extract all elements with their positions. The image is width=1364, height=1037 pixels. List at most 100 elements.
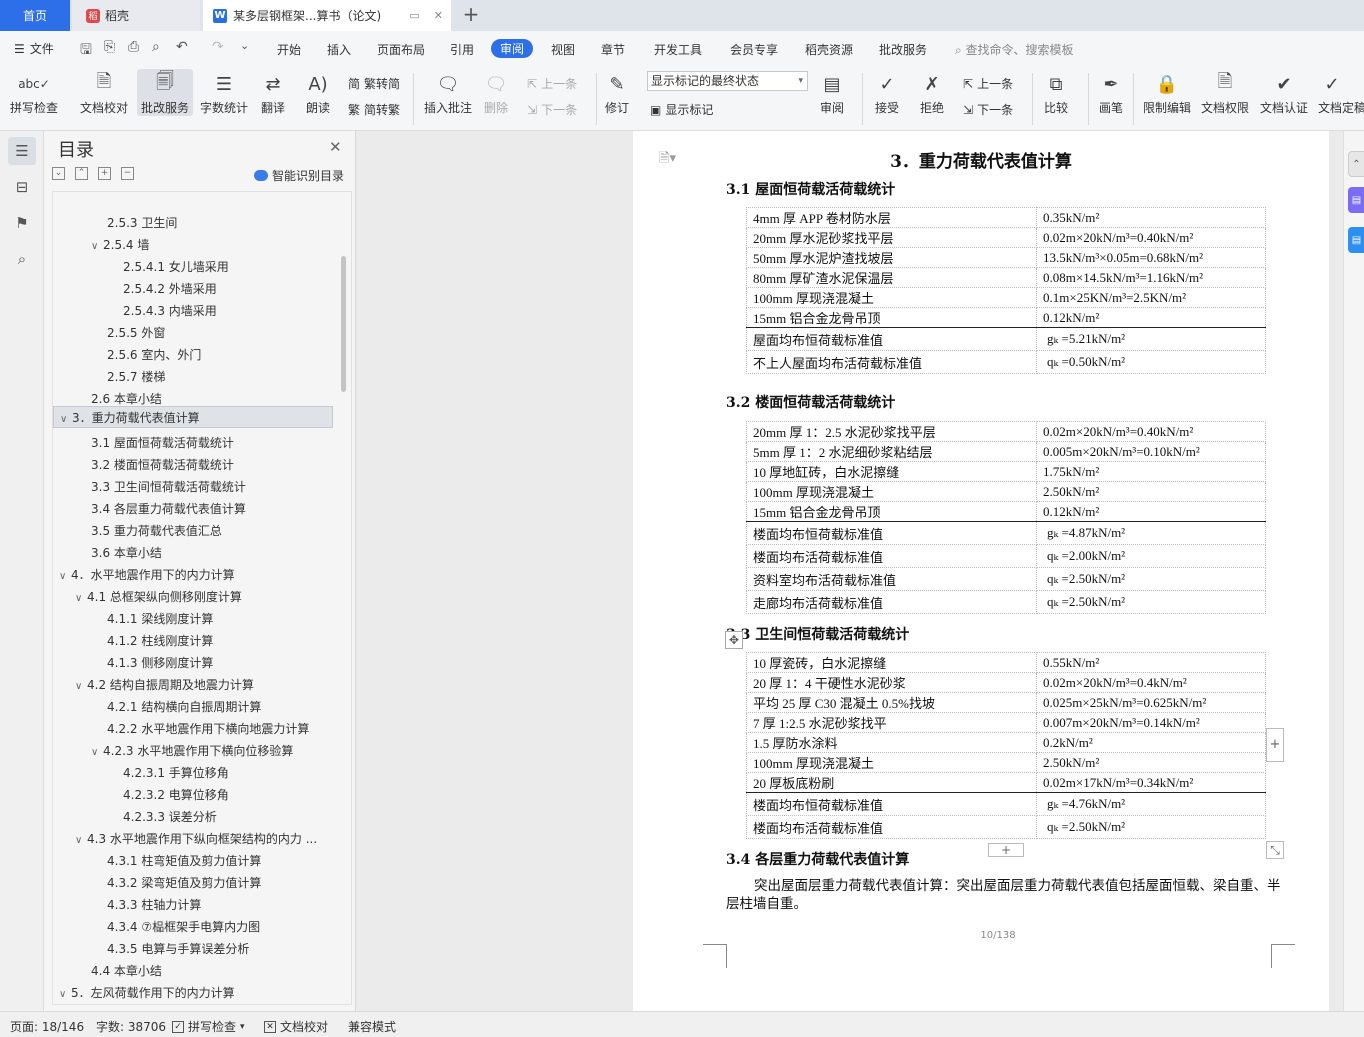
print-icon[interactable]: ⎙ [128,39,139,55]
show-markup-button[interactable]: ▣ 显示标记 [650,101,713,118]
toc-item[interactable]: 3.3 卫生间恒荷载活荷载统计 [53,476,333,498]
menu-tab-insert[interactable]: 插入 [327,41,351,58]
toc-item[interactable]: 2.5.6 室内、外门 [53,344,333,366]
tab-daoke[interactable]: 稻 稻壳 [72,0,200,31]
toc-item[interactable]: 2.5.4.2 外墙采用 [53,278,333,300]
toc-item[interactable]: 4.3.1 柱弯矩值及剪力值计算 [53,850,333,872]
prev-comment-button[interactable]: ⇱ 上一条 [527,75,577,92]
smart-toc-button[interactable]: 智能识别目录 [254,167,344,184]
window-icon[interactable]: ▭ [409,9,419,22]
toc-item[interactable]: 3.5 重力荷载代表值汇总 [53,520,333,542]
toc-item[interactable]: 3.6 本章小结 [53,542,333,564]
menu-tab-daoke[interactable]: 稻壳资源 [805,41,853,58]
menu-tab-layout[interactable]: 页面布局 [377,41,425,58]
expand-all-icon[interactable]: ⌄ [52,167,65,180]
toc-panel-icon[interactable]: ☰ [8,137,36,165]
menu-tab-view[interactable]: 视图 [551,41,575,58]
menu-tab-section[interactable]: 章节 [601,41,625,58]
collapse-up-icon[interactable]: ⌃ [1348,151,1364,177]
tab-home[interactable]: 首页 [0,0,70,31]
toc-item[interactable]: 2.5.5 外窗 [53,322,333,344]
file-menu[interactable]: ☰ 文件 [14,40,54,57]
doc-proof-button[interactable]: 🗎 文档校对 [80,69,128,116]
prev-change-button[interactable]: ⇱ 上一条 [963,75,1013,92]
add-column-button[interactable]: + [1266,728,1284,762]
toc-item[interactable]: 4.3.5 电算与手算误差分析 [53,938,333,960]
accept-button[interactable]: ✓ 接受 [873,69,901,116]
correction-service-button[interactable]: 🗐 批改服务 [137,69,193,116]
simp-to-trad-button[interactable]: 繁简转繁 [348,101,400,118]
customize-icon[interactable]: ⌄ [240,39,249,52]
menu-tab-developer[interactable]: 开发工具 [654,41,702,58]
toc-item[interactable]: 2.5.3 卫生间 [53,212,333,234]
translate-button[interactable]: ⇄ 翻译 [259,69,287,116]
toc-scrollbar[interactable] [341,256,346,392]
toc-item[interactable]: ∨ 4.3 水平地震作用下纵向框架结构的内力 ... [53,828,333,850]
doc-cert-button[interactable]: ✔ 文档认证 [1260,69,1308,116]
menu-tab-member[interactable]: 会员专享 [730,41,778,58]
next-change-button[interactable]: ⇲ 下一条 [963,101,1013,118]
toc-item-selected[interactable]: ∨ 3．重力荷载代表值计算 [53,406,333,428]
toc-item[interactable]: 4.2.3.2 电算位移角 [53,784,333,806]
doc-rights-button[interactable]: 🗎 文档权限 [1201,69,1249,116]
undo-icon[interactable]: ↶ [176,39,188,55]
read-aloud-button[interactable]: A) 朗读 [304,69,332,116]
pen-button[interactable]: ✒ 画笔 [1097,69,1125,116]
delete-comment-button[interactable]: 🗨 删除 [482,69,510,116]
compare-button[interactable]: ⧉ 比较 [1042,69,1070,116]
toc-item[interactable]: ∨ 4.2.3 水平地震作用下横向位移验算 [53,740,333,762]
menu-tab-start[interactable]: 开始 [277,41,301,58]
trad-to-simp-button[interactable]: 简繁转简 [348,75,400,92]
next-comment-button[interactable]: ⇲ 下一条 [527,101,577,118]
toc-item[interactable]: 4.2.2 水平地震作用下横向地震力计算 [53,718,333,740]
doc-final-button[interactable]: ✓ 文档定稿 [1318,69,1364,116]
toc-item[interactable]: 3.1 屋面恒荷载活荷载统计 [53,432,333,454]
search-icon[interactable]: ⌕ [8,245,36,273]
toc-item[interactable]: 4.2.3.1 手算位移角 [53,762,333,784]
add-row-button[interactable]: + [988,843,1024,857]
tab-document[interactable]: W 某多层钢框架...算书（论文) ▭ ✕ [203,0,451,31]
status-spell-check[interactable]: ✓ 拼写检查 ▾ [172,1018,245,1035]
save-icon[interactable]: 🖫 [80,39,92,63]
markup-mode-select[interactable]: 显示标记的最终状态 ▾ [647,71,808,91]
reject-button[interactable]: ✗ 拒绝 [918,69,946,116]
review-pane-button[interactable]: ▤ 审阅 [818,69,846,116]
toc-item[interactable]: 4.2.3.3 误差分析 [53,806,333,828]
page-indicator[interactable]: 页面: 18/146 [10,1018,84,1035]
ai-assistant-icon[interactable]: ▤ [1348,187,1364,213]
toc-item[interactable]: 3.4 各层重力荷载代表值计算 [53,498,333,520]
toc-item[interactable]: 2.5.4.1 女儿墙采用 [53,256,333,278]
toc-item[interactable]: 2.5.7 楼梯 [53,366,333,388]
restrict-edit-button[interactable]: 🔒 限制编辑 [1143,69,1191,116]
redo-icon[interactable]: ↷ [212,39,224,55]
doc-assist-icon[interactable]: ▤ [1348,227,1364,253]
print-preview-icon[interactable]: ⌕ [152,39,160,55]
command-search[interactable]: ⌕ 查找命令、搜索模板 [955,41,1074,58]
toc-item[interactable]: ∨ 2.5.4 墙 [53,234,333,256]
toc-item[interactable]: 4.3.3 柱轴力计算 [53,894,333,916]
resize-table-icon[interactable]: ⤡ [1266,841,1284,859]
document-page[interactable]: 🗎▾ 3．重力荷载代表值计算 3.1 屋面恒荷载活荷载统计 4mm 厚 APP … [633,131,1329,1011]
chapter-nav-icon[interactable]: ⊟ [8,173,36,201]
add-level-icon[interactable]: + [98,167,111,180]
toc-item[interactable]: 4.2.1 结构横向自振周期计算 [53,696,333,718]
table-move-handle-icon[interactable]: ✥ [725,631,743,649]
new-tab-button[interactable]: + [459,3,483,27]
toc-item[interactable]: ∨ 5．左风荷载作用下的内力计算 [53,982,333,1004]
collapse-all-icon[interactable]: ⌃ [75,167,88,180]
insert-comment-button[interactable]: 🗨 插入批注 [424,69,472,116]
menu-tab-reference[interactable]: 引用 [450,41,474,58]
toc-item[interactable]: 4.1.2 柱线刚度计算 [53,630,333,652]
toc-item[interactable]: 4.3.2 梁弯矩值及剪力值计算 [53,872,333,894]
toc-item[interactable]: ∨ 4.2 结构自振周期及地震力计算 [53,674,333,696]
close-tab-icon[interactable]: ✕ [434,9,443,22]
toc-item[interactable]: 4.1.1 梁线刚度计算 [53,608,333,630]
word-count-indicator[interactable]: 字数: 38706 [96,1018,166,1035]
remove-level-icon[interactable]: − [121,167,134,180]
toc-item[interactable]: 3.2 楼面恒荷载活荷载统计 [53,454,333,476]
word-count-button[interactable]: ☰ 字数统计 [200,69,248,116]
toc-item[interactable]: 4.1.3 侧移刚度计算 [53,652,333,674]
menu-tab-review[interactable]: 审阅 [491,39,534,58]
track-changes-button[interactable]: ✎ 修订 [603,69,631,116]
toc-item[interactable]: 4.3.4 ⑦榀框架手电算内力图 [53,916,333,938]
